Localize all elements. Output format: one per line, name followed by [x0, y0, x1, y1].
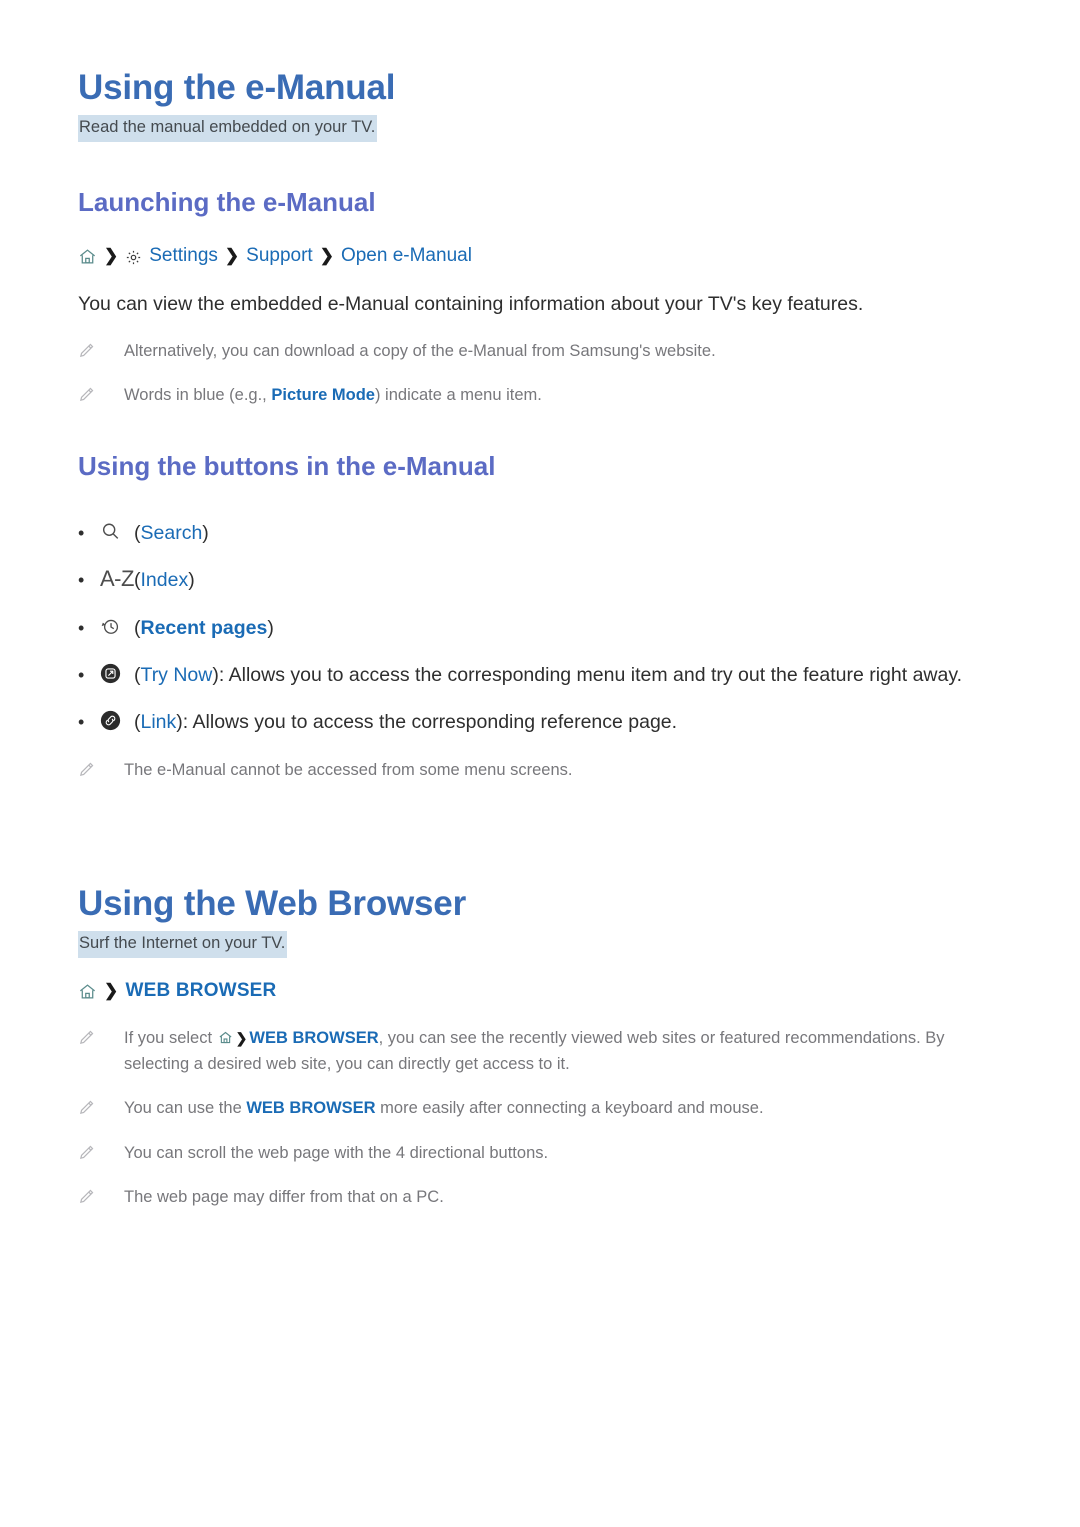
inline-separator: ❯: [235, 1030, 248, 1047]
note-item: The web page may differ from that on a P…: [78, 1185, 1002, 1211]
link-icon: [100, 709, 134, 731]
pencil-icon: [78, 1029, 95, 1046]
note-item: You can scroll the web page with the 4 d…: [78, 1141, 1002, 1167]
pencil-icon: [78, 761, 95, 778]
bullet-marker: •: [78, 664, 85, 685]
gear-icon: [125, 249, 142, 266]
document-page: Using the e-Manual Read the manual embed…: [0, 0, 1080, 1527]
breadcrumb-web-browser[interactable]: ❯ WEB BROWSER: [78, 980, 1002, 1002]
note-text-pre: If you select: [124, 1029, 217, 1048]
pencil-icon: [78, 342, 95, 359]
bullet-marker: •: [78, 570, 85, 591]
close-paren: ): [188, 569, 195, 592]
breadcrumb-item-settings[interactable]: Settings: [149, 245, 218, 267]
breadcrumb-item-web-browser[interactable]: WEB BROWSER: [125, 980, 276, 1002]
note-text: Words in blue (e.g., Picture Mode) indic…: [124, 383, 1002, 409]
subheading-using-buttons: Using the buttons in the e-Manual: [78, 450, 496, 481]
breadcrumb-item-support[interactable]: Support: [246, 245, 313, 267]
note-item: If you select ❯ WEB BROWSER, you can see …: [78, 1026, 1002, 1077]
list-item: • (Link): Allows you to access the corre…: [78, 689, 1002, 736]
button-name-search: Search: [140, 521, 203, 544]
breadcrumb-item-open-e-manual[interactable]: Open e-Manual: [341, 245, 472, 267]
note-text: Alternatively, you can download a copy o…: [124, 341, 716, 360]
page-title-web-browser: Using the Web Browser: [78, 883, 466, 923]
note-text-post: ) indicate a menu item.: [374, 386, 542, 405]
pencil-icon: [78, 1144, 95, 1161]
list-item-label: (Link): Allows you to access the corresp…: [134, 709, 1002, 736]
list-item: • A-Z (Index): [78, 547, 1002, 594]
note-item: The e-Manual cannot be accessed from som…: [78, 758, 1002, 784]
breadcrumb-separator-1: ❯: [104, 245, 119, 265]
bullet-marker: •: [78, 712, 85, 733]
button-name-link: Link: [140, 711, 177, 734]
list-item-description: : Allows you to access the corresponding…: [218, 663, 963, 686]
close-paren: ): [267, 616, 274, 639]
try-now-icon: [100, 662, 134, 684]
list-item-label: (Index): [134, 567, 1002, 594]
bullet-marker: •: [78, 617, 85, 638]
list-item-label: (Recent pages): [134, 615, 1002, 642]
breadcrumb-separator-2: ❯: [224, 245, 240, 265]
button-list: • (Search) • A-Z (Index) • (Recent pages…: [78, 500, 1002, 736]
a-z-icon: A-Z: [100, 567, 134, 590]
list-item-description: : Allows you to access the corresponding…: [182, 711, 678, 734]
button-name-recent-pages: Recent pages: [140, 616, 268, 639]
menu-item-reference: Picture Mode: [271, 386, 375, 405]
home-icon: [218, 1028, 233, 1044]
pencil-icon: [78, 1188, 95, 1205]
a-z-glyph: A-Z: [100, 566, 134, 592]
note-item: Words in blue (e.g., Picture Mode) indic…: [78, 383, 1002, 409]
section-lead: Surf the Internet on your TV.: [78, 931, 288, 959]
bullet-marker: •: [78, 522, 85, 543]
page-title: Using the e-Manual: [78, 68, 396, 107]
note-text: You can scroll the web page with the 4 d…: [124, 1143, 549, 1162]
note-text: If you select ❯ WEB BROWSER, you can see …: [124, 1026, 1002, 1077]
breadcrumb-separator-1: ❯: [104, 980, 119, 1000]
pencil-icon: [78, 1099, 95, 1116]
list-item: • (Try Now): Allows you to access the co…: [78, 642, 1002, 689]
list-item-label: (Try Now): Allows you to access the corr…: [134, 662, 1002, 689]
menu-item-reference: WEB BROWSER: [246, 1099, 376, 1118]
list-item: • (Recent pages): [78, 595, 1002, 642]
home-icon: [78, 247, 97, 266]
pencil-icon: [78, 386, 95, 403]
home-icon: [78, 982, 97, 1001]
intro-paragraph: You can view the embedded e-Manual conta…: [78, 293, 864, 316]
subheading-launching: Launching the e-Manual: [78, 187, 376, 218]
section-lead: Read the manual embedded on your TV.: [78, 115, 378, 143]
note-text: The e-Manual cannot be accessed from som…: [124, 761, 573, 780]
button-name-index: Index: [140, 569, 189, 592]
menu-item-reference: WEB BROWSER: [249, 1029, 379, 1048]
breadcrumb-separator-3: ❯: [319, 245, 334, 265]
note-text: The web page may differ from that on a P…: [124, 1188, 444, 1207]
note-item: Alternatively, you can download a copy o…: [78, 339, 1002, 365]
note-item: You can use the WEB BROWSER more easily …: [78, 1096, 1002, 1122]
note-text: You can use the WEB BROWSER more easily …: [124, 1096, 1002, 1122]
recent-pages-icon: [100, 615, 134, 637]
button-name-try-now: Try Now: [140, 663, 213, 686]
breadcrumb[interactable]: ❯ Settings ❯ Support ❯ Open e-Manual: [78, 245, 1002, 267]
list-item: • (Search): [78, 500, 1002, 547]
note-text-post: more easily after connecting a keyboard …: [375, 1099, 764, 1118]
close-paren: ): [202, 521, 209, 544]
search-icon: [100, 520, 134, 542]
note-text-pre: You can use the: [124, 1099, 247, 1118]
note-text-pre: Words in blue (e.g.,: [124, 386, 272, 405]
list-item-label: (Search): [134, 520, 1002, 547]
